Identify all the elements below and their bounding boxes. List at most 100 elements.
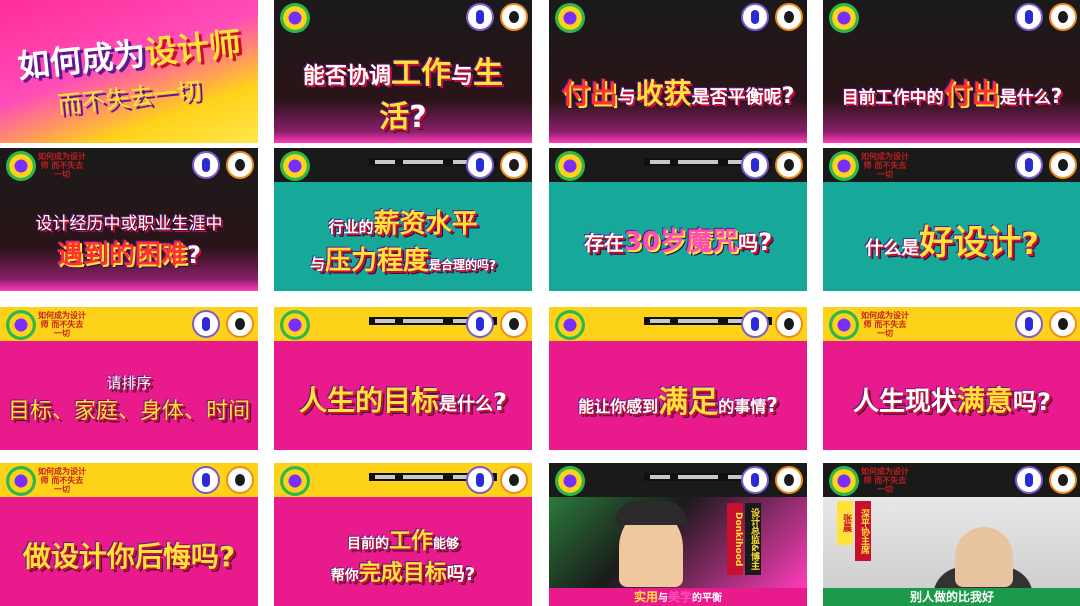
- flower-logo-icon: [280, 466, 310, 496]
- thumbnail-tile[interactable]: 如何成为设计师 而不失去一切 请排序 目标、家庭、身体、时间: [0, 307, 258, 450]
- title-text: 吗: [738, 231, 759, 255]
- flower-logo-icon: [555, 151, 585, 181]
- thumbnail-tile[interactable]: 人生的目标是什么?: [274, 307, 532, 450]
- bunny-badge-icon: [741, 310, 769, 338]
- tile-title: 做设计你后悔吗?: [6, 509, 252, 600]
- person-photo: [955, 527, 1013, 587]
- thumbnail-tile[interactable]: 能否协调工作与生活?: [274, 0, 532, 143]
- title-text: 与: [310, 254, 326, 273]
- thumbnail-tile[interactable]: 能让你感到满足的事情?: [549, 307, 807, 450]
- flower-logo-icon: [280, 310, 310, 340]
- role-label-vertical: 深平协主席: [855, 501, 871, 561]
- flower-logo-icon: [829, 310, 859, 340]
- tile-header: [549, 463, 807, 497]
- bunny-badge-icon: [741, 151, 769, 179]
- bunny-badge-icon: [1015, 466, 1043, 494]
- bunny-badge-icon: [741, 466, 769, 494]
- bunny-badge-icon: [466, 466, 494, 494]
- title-text: 工作: [391, 55, 451, 91]
- hero-line1b: 设计师: [143, 24, 243, 73]
- flower-logo-icon: [6, 466, 36, 496]
- circle-badge-icon: [500, 151, 528, 179]
- title-text: 收获: [635, 76, 692, 110]
- thumbnail-tile[interactable]: 行业的薪资水平 与压力程度是合理的吗?: [274, 148, 532, 291]
- thumbnail-tile[interactable]: 如何成为设计师 而不失去一切 张晨 深平协主席 别人做的比我好: [823, 463, 1080, 606]
- title-text: 能否协调: [302, 63, 391, 89]
- thumbnail-tile[interactable]: 目前的工作能够 帮你完成目标吗?: [274, 463, 532, 606]
- circle-badge-icon: [775, 310, 803, 338]
- thumbnail-tile[interactable]: 如何成为设计师 而不失去一切 做设计你后悔吗?: [0, 463, 258, 606]
- thumbnail-tile[interactable]: 如何成为设计师 而不失去一切 人生现状满意吗?: [823, 307, 1080, 450]
- title-text: ?: [187, 240, 201, 269]
- title-text: ?: [1021, 227, 1039, 262]
- thumbnail-tile[interactable]: 如何成为设计师 而不失去一切 什么是好设计?: [823, 148, 1080, 291]
- flower-logo-icon: [555, 3, 585, 33]
- flower-logo-icon: [829, 3, 859, 33]
- tile-title: 存在30岁魔咒吗?: [555, 194, 801, 285]
- title-text: ?: [766, 392, 778, 417]
- tile-header: 如何成为设计师 而不失去一切: [823, 307, 1080, 341]
- mini-title: 如何成为设计师 而不失去一切: [38, 467, 86, 494]
- circle-badge-icon: [775, 466, 803, 494]
- tile-header: 如何成为设计师 而不失去一切: [823, 148, 1080, 182]
- caption-text: 的平衡: [692, 593, 723, 604]
- name-label-vertical: 张晨: [837, 501, 853, 545]
- title-text: 做设计你后悔吗: [22, 539, 219, 573]
- flower-logo-icon: [829, 466, 859, 496]
- bunny-badge-icon: [466, 310, 494, 338]
- thumbnail-tile[interactable]: 付出与收获是否平衡呢?: [549, 0, 807, 143]
- title-text: ?: [1050, 83, 1063, 108]
- video-photo: Donkihood 设计总监&博主: [549, 497, 807, 588]
- bunny-badge-icon: [1015, 3, 1043, 31]
- circle-badge-icon: [500, 466, 528, 494]
- flower-logo-icon: [555, 310, 585, 340]
- title-text: 的事情: [718, 396, 767, 416]
- name-label-vertical: Donkihood: [727, 503, 743, 575]
- title-text: 工作: [388, 528, 433, 554]
- title-text: 设计经历中或职业生涯中: [35, 213, 223, 234]
- tile-title: 行业的薪资水平 与压力程度是合理的吗?: [280, 194, 526, 285]
- tile-header: 如何成为设计师 而不失去一切: [0, 463, 258, 497]
- circle-badge-icon: [1049, 466, 1077, 494]
- title-text: ?: [218, 539, 236, 573]
- caption-text: 与: [658, 593, 668, 604]
- bunny-badge-icon: [466, 151, 494, 179]
- flower-logo-icon: [280, 3, 310, 33]
- tile-header: 如何成为设计师 而不失去一切: [0, 307, 258, 341]
- title-text: 与: [617, 86, 636, 108]
- title-text: ?: [409, 99, 427, 135]
- tile-title: 什么是好设计?: [829, 194, 1075, 285]
- tile-header: [549, 307, 807, 341]
- tile-header: [274, 307, 532, 341]
- circle-badge-icon: [500, 3, 528, 31]
- thumbnail-tile[interactable]: 目前工作中的付出是什么?: [823, 0, 1080, 143]
- tile-title: 能让你感到满足的事情?: [555, 353, 801, 444]
- title-text: 人生现状: [853, 386, 958, 417]
- title-text: ?: [1037, 387, 1051, 416]
- title-text: 是否平衡呢: [691, 86, 782, 108]
- mini-title: 如何成为设计师 而不失去一切: [38, 152, 86, 179]
- circle-badge-icon: [775, 151, 803, 179]
- thumbnail-tile[interactable]: Donkihood 设计总监&博主 实用与美学的平衡: [549, 463, 807, 606]
- tile-header: [549, 0, 807, 34]
- circle-badge-icon: [226, 466, 254, 494]
- title-text: 是什么: [439, 393, 494, 415]
- title-text: 遇到的困难: [57, 239, 188, 270]
- thumbnail-hero[interactable]: 如何成为设计师 而不失去一切: [0, 0, 258, 143]
- circle-badge-icon: [1049, 3, 1077, 31]
- tile-title: 目前的工作能够 帮你完成目标吗?: [280, 509, 526, 600]
- title-text: 付出: [561, 76, 618, 110]
- circle-badge-icon: [1049, 151, 1077, 179]
- tile-header: 如何成为设计师 而不失去一切: [0, 148, 258, 182]
- thumbnail-tile[interactable]: 存在30岁魔咒吗?: [549, 148, 807, 291]
- title-text: 吗: [1013, 387, 1038, 416]
- tile-title: 人生的目标是什么?: [280, 353, 526, 444]
- tile-title: 付出与收获是否平衡呢?: [555, 46, 801, 137]
- mini-title: 如何成为设计师 而不失去一切: [861, 467, 909, 494]
- video-photo: 张晨 深平协主席: [823, 497, 1080, 606]
- title-text: 与: [451, 63, 474, 89]
- title-text: 薪资水平: [373, 208, 478, 239]
- thumbnail-tile[interactable]: 如何成为设计师 而不失去一切 设计经历中或职业生涯中 遇到的困难?: [0, 148, 258, 291]
- title-text: 满意: [957, 383, 1014, 417]
- tile-title: 设计经历中或职业生涯中 遇到的困难?: [6, 194, 252, 285]
